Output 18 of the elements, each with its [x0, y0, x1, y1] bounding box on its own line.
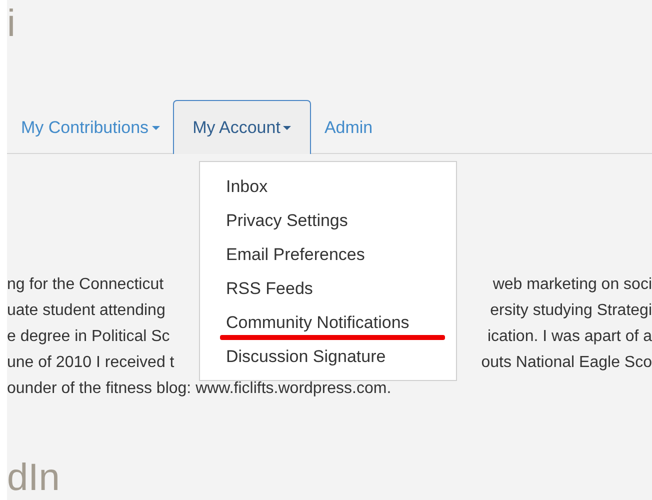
menu-item[interactable]: Inbox — [226, 177, 268, 197]
menu-item[interactable]: Email Preferences — [226, 245, 365, 265]
bio-text: ication. I was apart of a — [487, 327, 652, 347]
nav-tab[interactable]: My Account — [172, 100, 312, 154]
menu-item[interactable]: Discussion Signature — [226, 347, 386, 367]
bio-text: ng for the Connecticut — [7, 275, 164, 295]
section-heading: dIn — [7, 456, 60, 500]
menu-item[interactable]: Community Notifications — [226, 313, 410, 333]
bio-text: ounder of the fitness blog: www.ficlifts.wordpress.com. — [7, 379, 392, 399]
bio-text: web marketing on soci — [492, 275, 652, 295]
bio-text: ersity studying Strategi — [490, 301, 652, 321]
menu-item[interactable]: Privacy Settings — [226, 211, 348, 231]
bio-text: une of 2010 I received t — [7, 353, 174, 373]
bio-text: e degree in Political Sc — [7, 327, 170, 347]
page-title: i — [7, 2, 16, 46]
menu-item[interactable]: RSS Feeds — [226, 279, 313, 299]
bio-text: uate student attending — [7, 301, 166, 321]
bio-text: outs National Eagle Sco — [481, 353, 652, 373]
